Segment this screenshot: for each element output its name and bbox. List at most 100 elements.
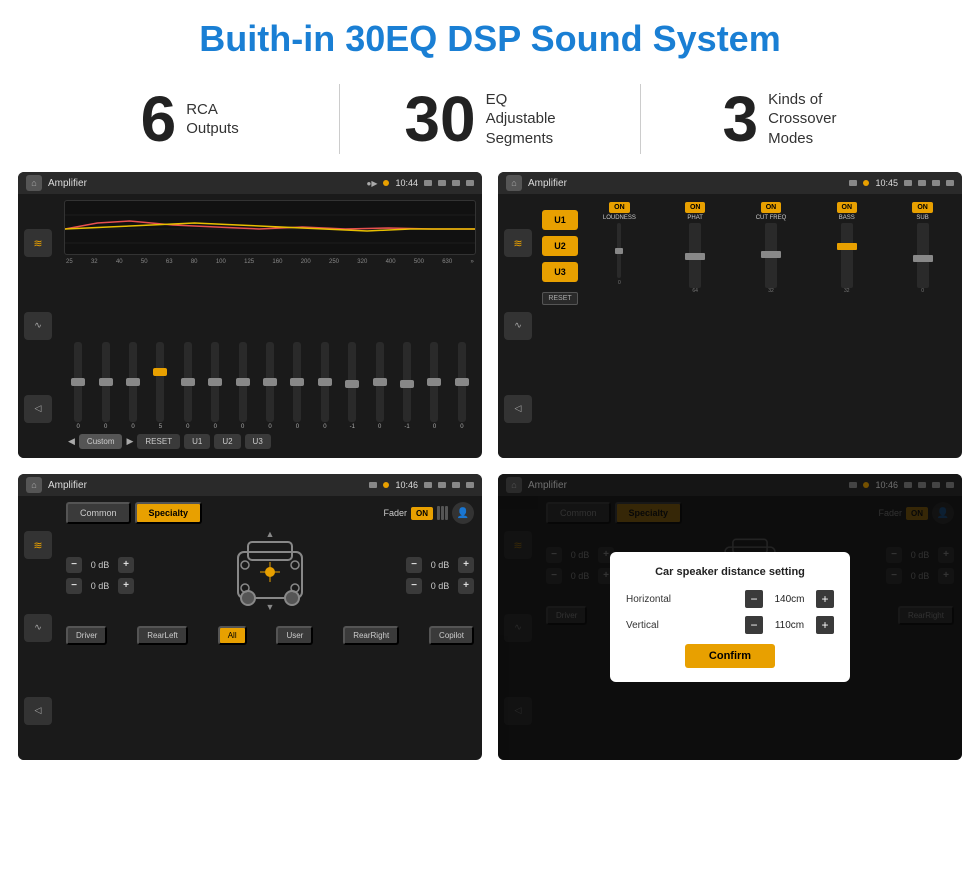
- home-icon-2[interactable]: ⌂: [506, 175, 522, 191]
- dialog-vertical-minus[interactable]: −: [745, 616, 763, 634]
- sub-on-btn[interactable]: ON: [912, 202, 933, 213]
- fader-rl-plus[interactable]: +: [118, 578, 134, 594]
- fader-left-db: − 0 dB + − 0 dB +: [66, 557, 134, 594]
- freq-630: 630: [442, 259, 452, 265]
- dialog-horizontal-plus[interactable]: +: [816, 590, 834, 608]
- eq-slider-12[interactable]: -1: [395, 342, 419, 430]
- cutfreq-fader[interactable]: [765, 223, 777, 288]
- eq-next-btn[interactable]: ▶: [126, 436, 133, 447]
- fader-fr-plus[interactable]: +: [458, 557, 474, 573]
- fader-tab-common[interactable]: Common: [66, 502, 131, 524]
- fader-rr-plus[interactable]: +: [458, 578, 474, 594]
- status-sq-2a: [849, 180, 857, 186]
- mixer-layout: U1 U2 U3 RESET ON LOUDNESS: [538, 194, 962, 458]
- eq-main: 25 32 40 50 63 80 100 125 160 200 250 32…: [58, 194, 482, 458]
- fader-user-btn[interactable]: User: [276, 626, 313, 645]
- eq-slider-5[interactable]: 0: [203, 342, 227, 430]
- eq-slider-3[interactable]: 5: [148, 342, 172, 430]
- eq-slider-8[interactable]: 0: [285, 342, 309, 430]
- loudness-fader[interactable]: [617, 223, 621, 278]
- fader-speaker-btn[interactable]: ◁: [24, 697, 52, 725]
- fader-fr-minus[interactable]: −: [406, 557, 422, 573]
- fader-driver-btn[interactable]: Driver: [66, 626, 107, 645]
- back-icon-1[interactable]: [466, 180, 474, 186]
- phat-fader[interactable]: [689, 223, 701, 288]
- mixer-filter-btn[interactable]: ≋: [504, 229, 532, 257]
- eq-reset-btn[interactable]: RESET: [137, 434, 180, 449]
- fader-user-icon[interactable]: 👤: [452, 502, 474, 524]
- freq-100: 100: [216, 259, 226, 265]
- fader-rearright-btn[interactable]: RearRight: [343, 626, 399, 645]
- home-icon-3[interactable]: ⌂: [26, 477, 42, 493]
- fader-wave-btn[interactable]: ∿: [24, 614, 52, 642]
- eq-slider-10[interactable]: -1: [340, 342, 364, 430]
- stat-crossover: 3 Kinds ofCrossover Modes: [641, 87, 940, 151]
- eq-slider-4[interactable]: 0: [176, 342, 200, 430]
- screen-fader: ⌂ Amplifier 10:46 ≋ ∿ ◁: [18, 474, 482, 760]
- eq-u2-btn[interactable]: U2: [214, 434, 240, 449]
- stat-rca-label: RCAOutputs: [186, 100, 239, 139]
- eq-slider-7[interactable]: 0: [258, 342, 282, 430]
- wifi-icon-2: [932, 180, 940, 186]
- fader-label: Fader: [383, 508, 407, 518]
- sub-fader[interactable]: [917, 223, 929, 288]
- mixer-wave-btn[interactable]: ∿: [504, 312, 532, 340]
- fader-on-btn[interactable]: ON: [411, 507, 433, 520]
- cutfreq-on-btn[interactable]: ON: [761, 202, 782, 213]
- mixer-u2-btn[interactable]: U2: [542, 236, 578, 256]
- status-bar-3: ⌂ Amplifier 10:46: [18, 474, 482, 496]
- freq-200: 200: [301, 259, 311, 265]
- fader-fl-minus[interactable]: −: [66, 557, 82, 573]
- eq-wave-btn[interactable]: ∿: [24, 312, 52, 340]
- fader-fl-plus[interactable]: +: [118, 557, 134, 573]
- eq-u1-btn[interactable]: U1: [184, 434, 210, 449]
- back-icon-3[interactable]: [466, 482, 474, 488]
- mixer-u-buttons: U1 U2 U3 RESET: [542, 200, 578, 452]
- eq-custom-btn[interactable]: Custom: [79, 434, 123, 449]
- eq-filter-btn[interactable]: ≋: [24, 229, 52, 257]
- fader-rr-minus[interactable]: −: [406, 578, 422, 594]
- stat-crossover-label: Kinds ofCrossover Modes: [768, 90, 858, 149]
- eq-sliders: 0 0 0 5 0: [64, 267, 476, 430]
- status-time-3: 10:46: [395, 480, 418, 490]
- fader-rearleft-btn[interactable]: RearLeft: [137, 626, 188, 645]
- back-icon-2[interactable]: [946, 180, 954, 186]
- eq-speaker-btn[interactable]: ◁: [24, 395, 52, 423]
- mixer-speaker-btn[interactable]: ◁: [504, 395, 532, 423]
- fader-rl-minus[interactable]: −: [66, 578, 82, 594]
- bass-on-btn[interactable]: ON: [837, 202, 858, 213]
- fader-copilot-btn[interactable]: Copilot: [429, 626, 474, 645]
- eq-slider-1[interactable]: 0: [93, 342, 117, 430]
- eq-slider-2[interactable]: 0: [121, 342, 145, 430]
- fader-filter-btn[interactable]: ≋: [24, 531, 52, 559]
- screen-eq: ⌂ Amplifier ●▶ 10:44 ≋ ∿ ◁: [18, 172, 482, 458]
- eq-slider-9[interactable]: 0: [313, 342, 337, 430]
- eq-prev-btn[interactable]: ◀: [68, 436, 75, 447]
- eq-slider-0[interactable]: 0: [66, 342, 90, 430]
- eq-slider-6[interactable]: 0: [230, 342, 254, 430]
- phat-on-btn[interactable]: ON: [685, 202, 706, 213]
- fader-rl-db: − 0 dB +: [66, 578, 134, 594]
- loudness-on-btn[interactable]: ON: [609, 202, 630, 213]
- dialog-horizontal-minus[interactable]: −: [745, 590, 763, 608]
- fader-content: ≋ ∿ ◁ Common Specialty Fader ON: [18, 496, 482, 760]
- bass-fader[interactable]: [841, 223, 853, 288]
- freq-32: 32: [91, 259, 98, 265]
- dialog-vertical-plus[interactable]: +: [816, 616, 834, 634]
- fader-all-btn[interactable]: All: [218, 626, 247, 645]
- status-dot-3: [383, 482, 389, 488]
- dialog-confirm-button[interactable]: Confirm: [685, 644, 775, 668]
- mixer-u3-btn[interactable]: U3: [542, 262, 578, 282]
- eq-slider-13[interactable]: 0: [422, 342, 446, 430]
- mixer-u1-btn[interactable]: U1: [542, 210, 578, 230]
- freq-160: 160: [272, 259, 282, 265]
- status-title-2: Amplifier: [528, 178, 843, 189]
- home-icon-1[interactable]: ⌂: [26, 175, 42, 191]
- eq-slider-11[interactable]: 0: [367, 342, 391, 430]
- eq-u3-btn[interactable]: U3: [245, 434, 271, 449]
- dialog-horizontal-control: − 140cm +: [745, 590, 834, 608]
- mixer-reset-btn[interactable]: RESET: [542, 292, 577, 305]
- eq-slider-14[interactable]: 0: [450, 342, 474, 430]
- freq-400: 400: [386, 259, 396, 265]
- fader-tab-specialty[interactable]: Specialty: [135, 502, 203, 524]
